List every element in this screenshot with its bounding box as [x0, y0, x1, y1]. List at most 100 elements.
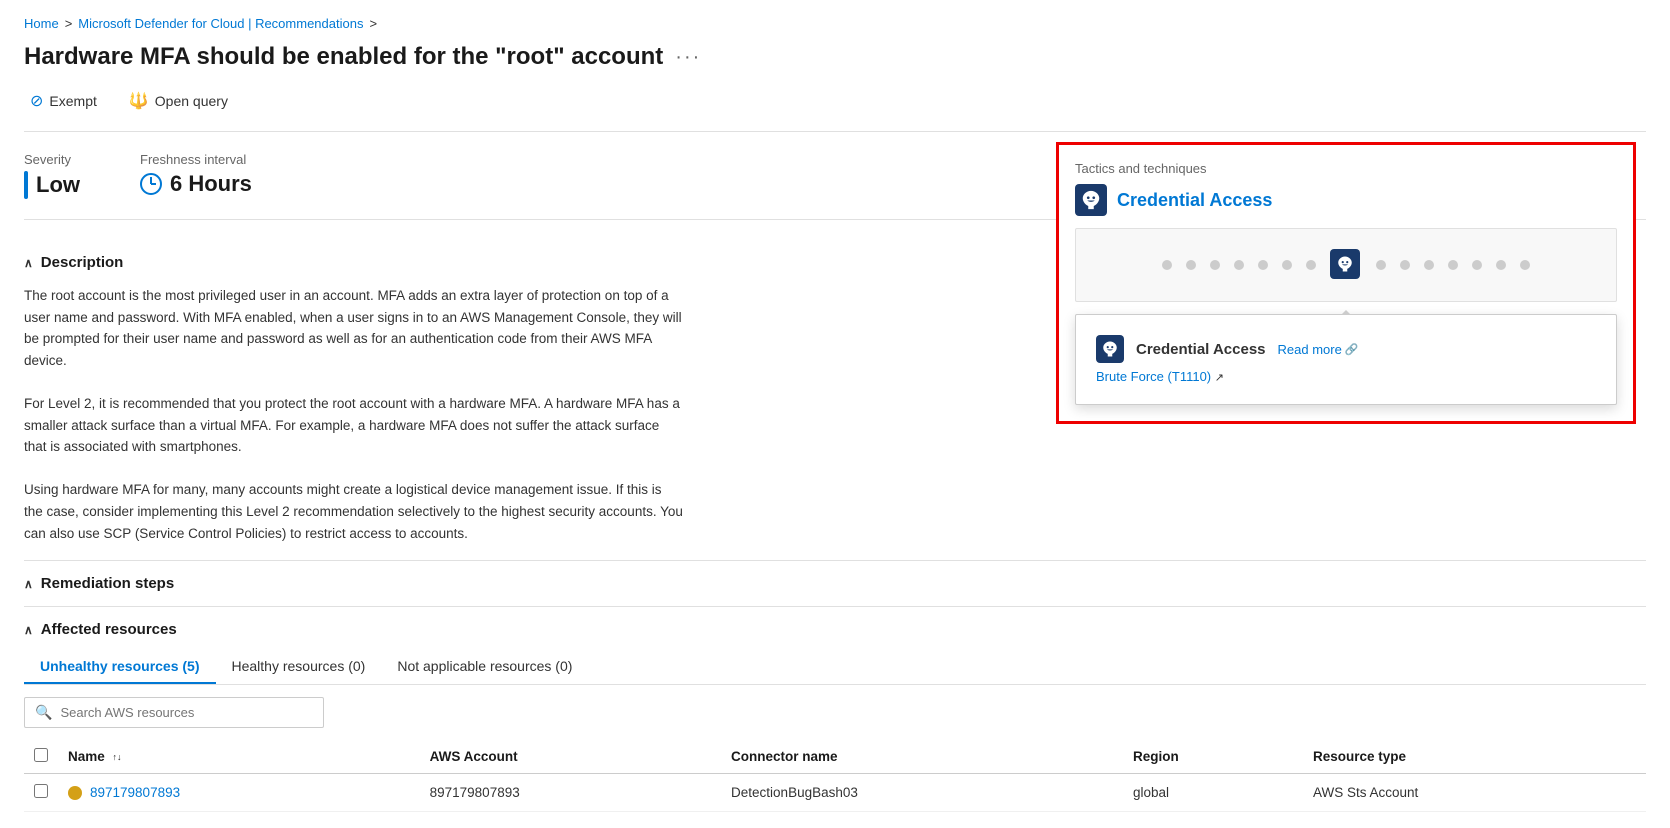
timeline-dot-11	[1448, 260, 1458, 270]
timeline-dot-10	[1424, 260, 1434, 270]
th-aws-account: AWS Account	[420, 740, 721, 774]
search-icon: 🔍	[35, 704, 52, 721]
select-all-checkbox[interactable]	[34, 748, 48, 762]
description-title: Description	[41, 254, 124, 271]
page-title-text: Hardware MFA should be enabled for the "…	[24, 43, 663, 71]
info-grid: Severity Low Freshness interval 6 Hours …	[24, 152, 1646, 220]
resource-tabs: Unhealthy resources (5) Healthy resource…	[24, 650, 1646, 685]
affected-resources-chevron: ∧	[24, 623, 33, 637]
row-connector-name-cell: DetectionBugBash03	[721, 774, 1123, 812]
resource-status-dot	[68, 786, 82, 800]
open-query-icon: 🔱	[129, 91, 149, 111]
description-content: The root account is the most privileged …	[24, 285, 684, 560]
tab-healthy[interactable]: Healthy resources (0)	[216, 650, 382, 684]
tactics-panel: Tactics and techniques Credential Access	[1056, 142, 1636, 424]
timeline-dot-9	[1400, 260, 1410, 270]
remediation-section: ∧ Remediation steps	[24, 561, 1646, 607]
freshness-item: Freshness interval 6 Hours	[140, 152, 252, 199]
affected-resources-label: ∧ Affected resources	[24, 607, 1646, 650]
exempt-icon: ⊘	[30, 91, 43, 111]
timeline-dot-8	[1376, 260, 1386, 270]
timeline-dot-active	[1330, 249, 1362, 281]
popup-credential-title: Credential Access	[1136, 341, 1266, 358]
timeline-dot-6	[1282, 260, 1292, 270]
breadcrumb: Home > Microsoft Defender for Cloud | Re…	[24, 16, 1646, 31]
popup-mask-icon	[1096, 335, 1124, 363]
th-aws-account-label: AWS Account	[430, 749, 518, 764]
sort-icons-name[interactable]: ↑↓	[113, 753, 122, 762]
credential-access-row: Credential Access Read more 🔗	[1096, 335, 1596, 363]
page-title: Hardware MFA should be enabled for the "…	[24, 43, 1646, 71]
th-connector-label: Connector name	[731, 749, 838, 764]
th-resource-type: Resource type	[1303, 740, 1646, 774]
timeline-dot-13	[1496, 260, 1506, 270]
tab-not-applicable[interactable]: Not applicable resources (0)	[381, 650, 588, 684]
th-name: Name ↑↓	[58, 740, 420, 774]
timeline-dot-5	[1258, 260, 1268, 270]
breadcrumb-home[interactable]: Home	[24, 16, 59, 31]
affected-resources-section: ∧ Affected resources Unhealthy resources…	[24, 607, 1646, 812]
timeline-dot-4	[1234, 260, 1244, 270]
tab-unhealthy[interactable]: Unhealthy resources (5)	[24, 650, 216, 684]
search-container: 🔍	[24, 697, 324, 728]
remediation-title: Remediation steps	[41, 575, 174, 592]
th-name-label: Name	[68, 749, 105, 764]
severity-value: Low	[24, 171, 80, 199]
external-link-icon: 🔗	[1345, 343, 1359, 356]
row-region-cell: global	[1123, 774, 1303, 812]
severity-label: Severity	[24, 152, 80, 167]
tactics-title-row: Credential Access	[1075, 184, 1617, 216]
tactics-popup-card: Credential Access Read more 🔗 Brute Forc…	[1075, 314, 1617, 405]
freshness-text: 6 Hours	[170, 171, 252, 197]
remediation-chevron: ∧	[24, 577, 33, 591]
resources-table: Name ↑↓ AWS Account Connector name Regio…	[24, 740, 1646, 812]
breadcrumb-sep1: >	[65, 16, 73, 31]
search-input[interactable]	[60, 705, 313, 720]
exempt-label: Exempt	[49, 93, 96, 109]
th-checkbox	[24, 740, 58, 774]
resource-name-link[interactable]: 897179807893	[90, 785, 180, 800]
external-link-brute: ↗	[1215, 372, 1224, 384]
brute-force-label: Brute Force	[1096, 369, 1164, 384]
toolbar: ⊘ Exempt 🔱 Open query	[24, 87, 1646, 132]
row-aws-account-cell: 897179807893	[420, 774, 721, 812]
timeline-dot-3	[1210, 260, 1220, 270]
table-header-row: Name ↑↓ AWS Account Connector name Regio…	[24, 740, 1646, 774]
table-row: 897179807893 897179807893 DetectionBugBa…	[24, 774, 1646, 812]
tactics-label: Tactics and techniques	[1075, 161, 1617, 176]
breadcrumb-sep2: >	[369, 16, 377, 31]
row-name-cell: 897179807893	[58, 774, 420, 812]
timeline-dot-1	[1162, 260, 1172, 270]
timeline-dot-14	[1520, 260, 1530, 270]
th-resource-type-label: Resource type	[1313, 749, 1406, 764]
severity-bar	[24, 171, 28, 199]
open-query-button[interactable]: 🔱 Open query	[123, 87, 234, 115]
timeline-dot-7	[1306, 260, 1316, 270]
brute-force-link[interactable]: Brute Force (T1110)	[1096, 369, 1215, 384]
freshness-value: 6 Hours	[140, 171, 252, 197]
breadcrumb-middle[interactable]: Microsoft Defender for Cloud | Recommend…	[78, 16, 363, 31]
th-region-label: Region	[1133, 749, 1179, 764]
th-connector-name: Connector name	[721, 740, 1123, 774]
exempt-button[interactable]: ⊘ Exempt	[24, 87, 103, 115]
brute-force-text: Brute Force (T1110) ↗	[1096, 369, 1596, 384]
open-query-label: Open query	[155, 93, 228, 109]
severity-item: Severity Low	[24, 152, 80, 199]
th-region: Region	[1123, 740, 1303, 774]
description-chevron: ∧	[24, 256, 33, 270]
severity-text: Low	[36, 172, 80, 198]
mask-icon	[1075, 184, 1107, 216]
more-options-ellipsis[interactable]: ···	[675, 46, 701, 69]
tactics-timeline	[1075, 228, 1617, 302]
timeline-dot-2	[1186, 260, 1196, 270]
read-more-link[interactable]: Read more 🔗	[1278, 342, 1359, 357]
remediation-header[interactable]: ∧ Remediation steps	[24, 561, 1646, 606]
timeline-mask-icon	[1330, 249, 1360, 279]
row-checkbox[interactable]	[34, 784, 48, 798]
clock-icon	[140, 173, 162, 195]
row-resource-type-cell: AWS Sts Account	[1303, 774, 1646, 812]
tactics-title-text: Credential Access	[1117, 190, 1272, 211]
resource-name-container: 897179807893	[68, 785, 410, 800]
affected-resources-title: Affected resources	[41, 621, 177, 638]
read-more-text: Read more	[1278, 342, 1342, 357]
